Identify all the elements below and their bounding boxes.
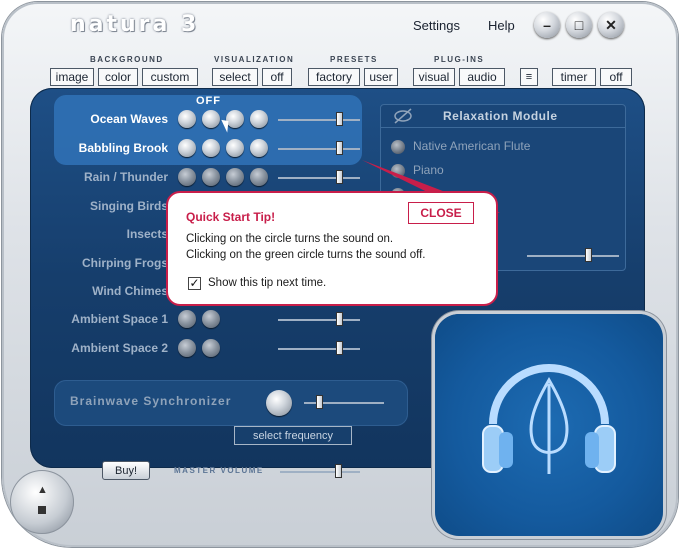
sound-volume-thumb[interactable] (336, 112, 343, 126)
sound-volume-thumb[interactable] (336, 141, 343, 155)
master-volume-thumb[interactable] (335, 464, 342, 478)
relax-item-piano[interactable]: Piano (391, 163, 444, 178)
relax-item-label: Native American Flute (413, 139, 531, 153)
sound-label: Wind Chimes (92, 284, 168, 298)
app-logo: natura 3 (70, 12, 200, 37)
sound-toggle-circle[interactable] (202, 139, 220, 157)
sound-toggle-circle[interactable] (250, 168, 268, 186)
timer-button[interactable]: timer (552, 68, 596, 86)
title-bar: natura 3 Settings Help – □ ✕ (0, 0, 680, 52)
quick-start-tip: Quick Start Tip! CLOSE Clicking on the c… (166, 191, 498, 306)
visualization-display (435, 314, 663, 536)
sound-volume-slider[interactable] (278, 148, 360, 150)
sound-toggle-circle[interactable] (250, 110, 268, 128)
sound-volume-slider[interactable] (278, 319, 360, 321)
menu-settings[interactable]: Settings (413, 18, 460, 33)
bg-custom-button[interactable]: custom (142, 68, 198, 86)
sound-label: Ambient Space 2 (71, 341, 168, 355)
sound-toggle-circle[interactable] (178, 168, 196, 186)
close-button[interactable]: ✕ (598, 12, 624, 38)
maximize-icon: □ (574, 17, 584, 33)
tip-title: Quick Start Tip! (186, 210, 276, 224)
sound-toggle-circle[interactable] (226, 139, 244, 157)
bg-color-button[interactable]: color (98, 68, 138, 86)
relax-item-flute[interactable]: Native American Flute (391, 139, 530, 154)
scroll-control[interactable]: ▲ (10, 470, 74, 534)
sound-toggle-circle[interactable] (178, 110, 196, 128)
sound-toggle-circle[interactable] (202, 168, 220, 186)
sound-toggle-circle[interactable] (202, 110, 220, 128)
sound-toggle-circle[interactable] (178, 339, 196, 357)
presets-group-label: PRESETS (330, 55, 378, 64)
preset-user-button[interactable]: user (364, 68, 398, 86)
sound-volume-slider[interactable] (278, 119, 360, 121)
menu-help[interactable]: Help (488, 18, 515, 33)
sound-toggle-circle[interactable] (250, 139, 268, 157)
background-group-label: BACKGROUND (90, 55, 164, 64)
stop-icon[interactable] (38, 506, 46, 514)
plugins-group-label: PLUG-INS (434, 55, 485, 64)
list-icon: ≡ (525, 71, 533, 83)
tip-line-2: Clicking on the green circle turns the s… (186, 249, 426, 261)
satellite-dish-icon (394, 108, 412, 124)
sound-label: Singing Birds (90, 199, 168, 213)
sound-toggle-circle[interactable] (202, 310, 220, 328)
bg-image-button[interactable]: image (50, 68, 94, 86)
vis-select-button[interactable]: select (212, 68, 258, 86)
relaxation-volume-thumb[interactable] (585, 248, 592, 262)
sound-label: Rain / Thunder (84, 170, 168, 184)
sound-volume-thumb[interactable] (336, 170, 343, 184)
vis-off-button[interactable]: off (262, 68, 292, 86)
sound-label: Ocean Waves (90, 112, 168, 126)
sound-volume-slider[interactable] (278, 177, 360, 179)
plugin-visual-button[interactable]: visual (413, 68, 455, 86)
timer-off-button[interactable]: off (600, 68, 632, 86)
visualization-group-label: VISUALIZATION (214, 55, 295, 64)
radio-circle-icon (391, 163, 405, 178)
minimize-icon: – (543, 17, 551, 33)
sound-toggle-circle[interactable] (226, 168, 244, 186)
sound-label: Ambient Space 1 (71, 312, 168, 326)
select-frequency-button[interactable]: select frequency (234, 426, 352, 445)
show-tip-checkbox-label: Show this tip next time. (208, 277, 327, 289)
sound-volume-thumb[interactable] (336, 312, 343, 326)
plugin-audio-button[interactable]: audio (459, 68, 505, 86)
headphones-icon (482, 364, 616, 474)
relaxation-volume-slider[interactable] (527, 255, 619, 257)
buy-button[interactable]: Buy! (102, 461, 150, 480)
master-volume-slider[interactable] (280, 471, 360, 473)
arrow-up-icon[interactable]: ▲ (37, 484, 48, 496)
list-menu-button[interactable]: ≡ (520, 68, 538, 86)
sound-toggle-circle[interactable] (178, 310, 196, 328)
brainwave-panel: Brainwave Synchronizer (54, 380, 408, 426)
master-volume-label: MASTER VOLUME (174, 466, 264, 475)
radio-circle-icon (391, 139, 405, 154)
sound-label: Chirping Frogs (82, 256, 168, 270)
show-tip-checkbox[interactable]: ✓ (188, 277, 201, 290)
relaxation-header: Relaxation Module (381, 105, 625, 128)
brainwave-slider-thumb[interactable] (316, 395, 323, 409)
off-label: OFF (196, 95, 221, 107)
tip-line-1: Clicking on the circle turns the sound o… (186, 233, 394, 245)
sound-toggle-circle[interactable] (202, 339, 220, 357)
app-window: natura 3 Settings Help – □ ✕ BACKGROUND … (0, 0, 680, 549)
sound-label: Insects (126, 227, 168, 241)
tip-close-button[interactable]: CLOSE (408, 202, 474, 224)
relaxation-title: Relaxation Module (443, 109, 558, 123)
maximize-button[interactable]: □ (566, 12, 592, 38)
brainwave-label: Brainwave Synchronizer (70, 394, 232, 408)
sound-volume-slider[interactable] (278, 348, 360, 350)
sound-volume-thumb[interactable] (336, 341, 343, 355)
sound-label: Babbling Brook (78, 141, 168, 155)
minimize-button[interactable]: – (534, 12, 560, 38)
brainwave-toggle[interactable] (266, 390, 292, 416)
preset-factory-button[interactable]: factory (308, 68, 360, 86)
sound-toggle-circle[interactable] (178, 139, 196, 157)
relax-item-label: Piano (413, 163, 444, 177)
close-icon: ✕ (605, 16, 617, 33)
